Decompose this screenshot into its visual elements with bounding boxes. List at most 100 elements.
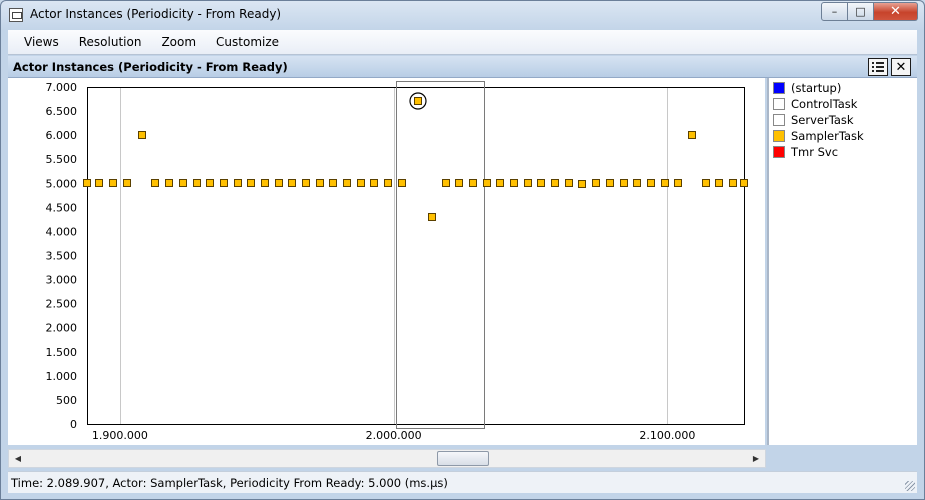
data-point: [316, 179, 324, 187]
y-tick-label: 4.000: [46, 225, 78, 238]
data-point: [123, 179, 131, 187]
legend-label: ServerTask: [791, 113, 854, 127]
data-point: [606, 179, 614, 187]
maximize-button[interactable]: □: [848, 2, 874, 21]
scatter-chart[interactable]: 0 500 1.000 1.500 2.000 2.500 3.000 3.500 4.000 4…: [8, 78, 765, 445]
selection-box: [396, 81, 485, 429]
data-point: [83, 179, 91, 187]
legend-item[interactable]: SamplerTask: [773, 129, 864, 143]
data-point: [329, 179, 337, 187]
data-point: [165, 179, 173, 187]
y-tick-label: 6.500: [46, 105, 78, 118]
window-icon[interactable]: [9, 8, 23, 22]
menu-customize[interactable]: Customize: [206, 35, 289, 49]
data-point: [510, 179, 518, 187]
status-bar: Time: 2.089.907, Actor: SamplerTask, Per…: [8, 471, 917, 493]
minimize-button[interactable]: –: [821, 2, 848, 21]
data-point: [151, 179, 159, 187]
y-tick-label: 5.500: [46, 153, 78, 166]
close-button[interactable]: ✕: [874, 2, 918, 21]
data-point: [455, 179, 463, 187]
title-bar[interactable]: Actor Instances (Periodicity - From Read…: [1, 1, 924, 29]
legend-label: SamplerTask: [791, 129, 864, 143]
legend-label: ControlTask: [791, 97, 858, 111]
legend-swatch: [773, 130, 785, 142]
x-tick-label: 2.100.000: [639, 429, 695, 442]
data-point: [715, 179, 723, 187]
plot-border: [87, 87, 745, 425]
window-controls: – □ ✕: [821, 2, 918, 21]
data-point: [343, 179, 351, 187]
data-point: [428, 213, 436, 221]
chart-area[interactable]: 0 500 1.000 1.500 2.000 2.500 3.000 3.500 4.000 4…: [8, 78, 765, 445]
legend-label: (startup): [791, 81, 842, 95]
data-point: [442, 179, 450, 187]
data-point: [95, 179, 103, 187]
panel-close-button[interactable]: ✕: [891, 58, 911, 76]
y-tick-label: 6.000: [46, 129, 78, 142]
data-point: [674, 179, 682, 187]
menu-zoom[interactable]: Zoom: [151, 35, 206, 49]
menu-resolution[interactable]: Resolution: [69, 35, 152, 49]
data-point: [138, 131, 146, 139]
scroll-right-button[interactable]: ▶: [748, 451, 764, 466]
data-point: [109, 179, 117, 187]
data-point: [592, 179, 600, 187]
y-tick-label: 500: [56, 394, 77, 407]
panel-title: Actor Instances (Periodicity - From Read…: [13, 60, 288, 74]
scroll-thumb[interactable]: [437, 451, 489, 466]
legend-item[interactable]: ServerTask: [773, 113, 854, 127]
data-point: [288, 179, 296, 187]
data-point: [384, 179, 392, 187]
data-point: [661, 179, 669, 187]
status-text: Time: 2.089.907, Actor: SamplerTask, Per…: [11, 475, 448, 490]
resize-grip-icon[interactable]: [905, 481, 915, 491]
data-point: [193, 179, 201, 187]
app-window: Actor Instances (Periodicity - From Read…: [0, 0, 925, 500]
legend-panel: (startup) ControlTask ServerTask Sampler…: [767, 78, 917, 445]
data-point: [702, 179, 710, 187]
menu-views[interactable]: Views: [14, 35, 69, 49]
data-point: [302, 179, 310, 187]
y-tick-label: 0: [70, 418, 77, 431]
legend-label: Tmr Svc: [791, 145, 839, 159]
menu-bar: Views Resolution Zoom Customize: [8, 30, 917, 55]
data-point: [740, 179, 748, 187]
data-point: [483, 179, 491, 187]
data-point: [261, 179, 269, 187]
legend-swatch: [773, 114, 785, 126]
close-icon: ✕: [895, 59, 907, 75]
x-tick-label: 1.900.000: [92, 429, 148, 442]
y-tick-label: 1.000: [46, 370, 78, 383]
data-point: [179, 179, 187, 187]
y-tick-label: 5.000: [46, 177, 78, 190]
legend-swatch: [773, 98, 785, 110]
data-point: [247, 179, 255, 187]
data-point: [496, 179, 504, 187]
data-point: [357, 179, 365, 187]
legend-swatch: [773, 82, 785, 94]
data-point: [688, 131, 696, 139]
y-tick-label: 2.500: [46, 298, 78, 311]
legend-toggle-button[interactable]: [868, 58, 888, 76]
legend-item[interactable]: (startup): [773, 81, 841, 95]
y-tick-label: 2.000: [46, 322, 78, 335]
data-point: [275, 179, 283, 187]
y-tick-label: 1.500: [46, 346, 78, 359]
data-point: [398, 179, 406, 187]
data-point: [565, 179, 573, 187]
data-point: [370, 179, 378, 187]
data-point: [537, 179, 545, 187]
legend-swatch: [773, 146, 785, 158]
list-icon: [872, 62, 884, 72]
y-tick-label: 3.500: [46, 250, 78, 263]
data-point: [206, 179, 214, 187]
horizontal-scrollbar[interactable]: ◀ ▶: [8, 449, 766, 468]
panel-header: Actor Instances (Periodicity - From Read…: [8, 56, 917, 78]
data-point: [578, 180, 586, 188]
legend-item[interactable]: ControlTask: [773, 97, 857, 111]
legend-item[interactable]: Tmr Svc: [773, 145, 838, 159]
data-point: [469, 179, 477, 187]
scroll-left-button[interactable]: ◀: [10, 451, 26, 466]
data-point: [633, 179, 641, 187]
